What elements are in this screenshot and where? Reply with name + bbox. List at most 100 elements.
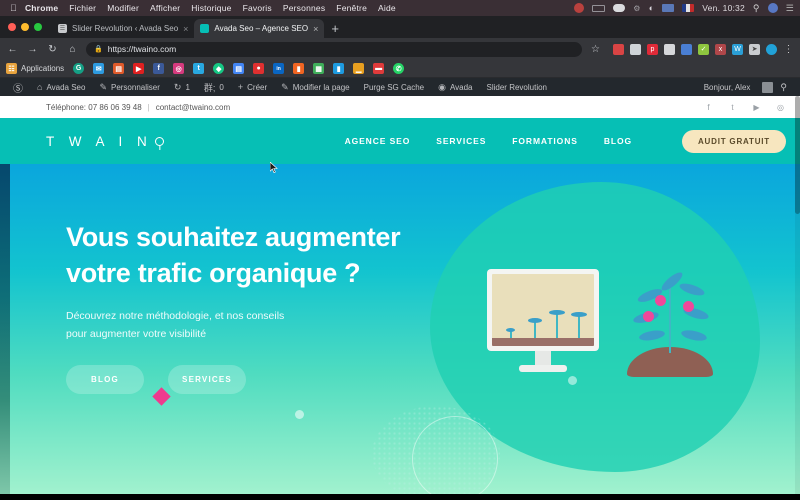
bookmark-red-pin-icon[interactable]: ● bbox=[253, 63, 265, 74]
bookmark-twitter-icon[interactable]: t bbox=[193, 63, 205, 74]
bookmark-green-icon[interactable]: ◆ bbox=[213, 63, 225, 74]
search-icon[interactable]: ⚲ bbox=[773, 82, 794, 93]
home-icon[interactable]: ⌂ bbox=[66, 44, 79, 55]
bookmark-drive-icon[interactable]: ▤ bbox=[233, 63, 245, 74]
audit-gratuit-button[interactable]: AUDIT GRATUIT bbox=[681, 129, 786, 153]
extension-pinterest-icon[interactable]: p bbox=[647, 43, 658, 55]
menu-item-chrome[interactable]: Chrome bbox=[25, 3, 58, 13]
menu-item-modifier[interactable]: Modifier bbox=[107, 3, 139, 13]
admin-item-comments[interactable]: 群; 0 bbox=[197, 81, 231, 94]
monitor-display bbox=[492, 274, 594, 346]
hero-copy: Vous souhaitez augmenter votre trafic or… bbox=[66, 220, 446, 395]
white-circle-decoration-2 bbox=[568, 376, 577, 385]
wordpress-icon[interactable]: Ⓢ bbox=[6, 80, 30, 95]
bookmark-applications[interactable]: ☷ Applications bbox=[6, 63, 64, 74]
phone-number[interactable]: 07 86 06 39 48 bbox=[88, 103, 141, 112]
admin-greeting[interactable]: Bonjour, Alex bbox=[697, 83, 758, 92]
reload-icon[interactable]: ↻ bbox=[46, 44, 59, 55]
flag-fr-icon[interactable] bbox=[682, 4, 695, 12]
comment-icon: 群; bbox=[203, 82, 216, 93]
wifi-icon[interactable]: ◐ bbox=[649, 3, 655, 13]
bookmark-blue-icon[interactable]: ▮ bbox=[333, 63, 345, 74]
extension-profile-icon[interactable] bbox=[766, 43, 777, 55]
facebook-icon[interactable]: f bbox=[703, 102, 714, 113]
admin-item-site-name[interactable]: ⌂ Avada Seo bbox=[30, 82, 92, 92]
screen:  Chrome Fichier Modifier Afficher Histo… bbox=[0, 0, 800, 500]
tab-slider-revolution[interactable]: ☰ Slider Revolution ‹ Avada Seo × bbox=[52, 19, 194, 38]
menu-item-fichier[interactable]: Fichier bbox=[69, 3, 96, 13]
record-icon[interactable] bbox=[574, 3, 585, 13]
menu-bar-clock[interactable]: Ven. 10:32 bbox=[702, 3, 745, 13]
bookmark-whatsapp-icon[interactable]: ✆ bbox=[393, 63, 405, 74]
bookmark-analytics-icon[interactable]: ▤ bbox=[113, 63, 125, 74]
chrome-menu-icon[interactable]: ⋮ bbox=[783, 44, 794, 55]
back-icon[interactable]: ← bbox=[6, 44, 19, 55]
menu-item-personnes[interactable]: Personnes bbox=[283, 3, 325, 13]
close-icon[interactable]: × bbox=[313, 24, 318, 34]
bookmark-youtube-icon[interactable]: ▶ bbox=[133, 63, 145, 74]
address-bar[interactable]: 🔒 https://twaino.com bbox=[86, 41, 582, 57]
bookmark-red-icon[interactable]: ▬ bbox=[373, 63, 385, 74]
bookmark-stats-icon[interactable]: ▁ bbox=[353, 63, 365, 74]
hero-services-button[interactable]: SERVICES bbox=[168, 365, 246, 395]
admin-item-purge-cache[interactable]: Purge SG Cache bbox=[357, 83, 431, 92]
bookmark-orange-icon[interactable]: ▮ bbox=[293, 63, 305, 74]
bookmark-colors-icon[interactable]: ▦ bbox=[313, 63, 325, 74]
social-links: f t ▶ ◎ bbox=[703, 102, 786, 113]
bookmark-instagram-icon[interactable]: ◎ bbox=[173, 63, 185, 74]
nav-item-agence-seo[interactable]: AGENCE SEO bbox=[345, 136, 411, 146]
extension-arrow-icon[interactable]: ➤ bbox=[749, 43, 760, 55]
admin-item-avada[interactable]: ◉ Avada bbox=[431, 82, 479, 93]
extension-cloud-icon[interactable] bbox=[630, 43, 641, 55]
admin-label: Purge SG Cache bbox=[363, 82, 425, 92]
page-scrollbar-thumb[interactable] bbox=[795, 96, 800, 214]
bluetooth-icon[interactable]: ⚙ bbox=[633, 4, 640, 13]
admin-item-new[interactable]: + Créer bbox=[231, 82, 274, 92]
bookmark-mail-icon[interactable]: ✉ bbox=[93, 63, 105, 74]
omnibox-toolbar: ← → ↻ ⌂ 🔒 https://twaino.com ☆ p ✓ x W ➤… bbox=[0, 38, 800, 60]
url-text: https://twaino.com bbox=[107, 44, 177, 54]
avatar[interactable] bbox=[762, 81, 774, 93]
window-controls[interactable] bbox=[6, 16, 52, 38]
admin-item-edit-page[interactable]: ✎ Modifier la page bbox=[274, 82, 356, 93]
battery-icon[interactable] bbox=[592, 4, 606, 12]
tab-avada-seo[interactable]: Avada Seo – Agence SEO × bbox=[194, 19, 325, 38]
extension-blue-icon[interactable] bbox=[681, 43, 692, 55]
bookmark-star-icon[interactable]: ☆ bbox=[589, 44, 602, 55]
bookmark-linkedin-icon[interactable]: in bbox=[273, 63, 285, 74]
admin-item-slider-revolution[interactable]: Slider Revolution bbox=[480, 83, 554, 92]
youtube-icon[interactable]: ▶ bbox=[751, 102, 762, 113]
keyboard-icon[interactable] bbox=[662, 4, 675, 12]
apple-logo-icon[interactable]:  bbox=[10, 3, 17, 13]
extension-red-1-icon[interactable] bbox=[613, 43, 624, 55]
instagram-icon[interactable]: ◎ bbox=[775, 102, 786, 113]
bookmark-chrome-icon[interactable]: G bbox=[73, 63, 85, 74]
extension-check-icon[interactable]: ✓ bbox=[698, 43, 709, 55]
nav-item-formations[interactable]: FORMATIONS bbox=[512, 136, 578, 146]
new-tab-button[interactable]: + bbox=[324, 19, 346, 38]
menu-item-favoris[interactable]: Favoris bbox=[243, 3, 272, 13]
menu-item-fenetre[interactable]: Fenêtre bbox=[336, 3, 367, 13]
admin-item-updates[interactable]: ↻ 1 bbox=[167, 82, 197, 93]
admin-item-customize[interactable]: ✎ Personnaliser bbox=[92, 82, 166, 93]
close-icon[interactable]: × bbox=[183, 24, 188, 34]
control-center-icon[interactable]: ☰ bbox=[786, 3, 794, 14]
nav-item-blog[interactable]: BLOG bbox=[604, 136, 632, 146]
extension-x-icon[interactable]: x bbox=[715, 43, 726, 55]
twitter-icon[interactable]: t bbox=[727, 102, 738, 113]
siri-icon[interactable] bbox=[767, 3, 778, 13]
bookmark-facebook-icon[interactable]: f bbox=[153, 63, 165, 74]
forward-icon[interactable]: → bbox=[26, 44, 39, 55]
hero-blog-button[interactable]: BLOG bbox=[66, 365, 144, 395]
menu-item-aide[interactable]: Aide bbox=[378, 3, 396, 13]
contact-email[interactable]: contact@twaino.com bbox=[156, 103, 230, 112]
site-logo[interactable]: T W A I N bbox=[46, 134, 165, 149]
spotlight-icon[interactable]: ⚲ bbox=[753, 3, 760, 14]
extension-grid-icon[interactable] bbox=[664, 43, 675, 55]
menu-item-historique[interactable]: Historique bbox=[191, 3, 231, 13]
cloud-icon[interactable] bbox=[613, 4, 626, 12]
menu-item-afficher[interactable]: Afficher bbox=[150, 3, 180, 13]
nav-item-services[interactable]: SERVICES bbox=[436, 136, 486, 146]
extension-wordpress-icon[interactable]: W bbox=[732, 43, 743, 55]
document-icon: ☰ bbox=[58, 24, 67, 33]
